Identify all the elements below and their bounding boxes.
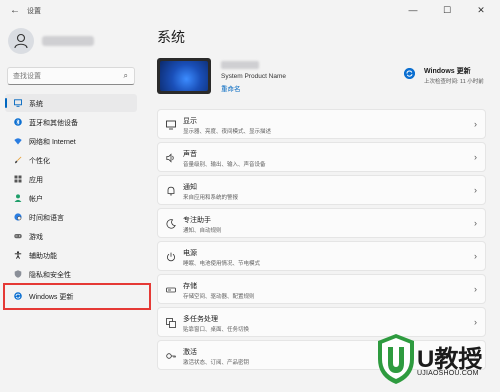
sidebar-item-accessibility[interactable]: 辅助功能 [5, 246, 137, 264]
card-subtitle: 来自应用和系统的警报 [183, 195, 239, 201]
card-title: 激活 [183, 349, 197, 356]
sidebar-item-label: 帐户 [29, 196, 43, 203]
card-display[interactable]: 显示 显示器、亮度、夜间模式、显示描述 › [157, 109, 486, 139]
sidebar-item-label: 系统 [29, 101, 43, 108]
accessibility-icon [14, 251, 22, 259]
bluetooth-icon [14, 118, 22, 126]
username-blurred [42, 36, 94, 46]
windows-update-icon [404, 68, 415, 79]
watermark-logo: U教授 UJIAOSHOU.COM [377, 333, 500, 392]
brush-icon [15, 156, 22, 164]
card-title: 专注助手 [183, 217, 211, 224]
device-image [157, 58, 211, 94]
card-subtitle: 存储空间、驱动器、配置规则 [183, 294, 255, 300]
rename-link[interactable]: 重命名 [221, 83, 241, 93]
card-subtitle: 激活状态、订阅、产品密钥 [183, 360, 250, 366]
sidebar-item-time-language[interactable]: 时间和语言 [5, 208, 137, 226]
maximize-button[interactable]: ☐ [434, 0, 460, 20]
key-icon [166, 353, 176, 359]
shield-icon [14, 270, 22, 278]
sidebar-item-label: 应用 [29, 177, 43, 184]
sidebar-item-label: 隐私和安全性 [29, 272, 71, 279]
sidebar-item-label: 个性化 [29, 158, 50, 165]
sidebar-item-label: 辅助功能 [29, 253, 57, 260]
back-arrow-icon[interactable]: ← [10, 5, 20, 16]
account-icon [14, 194, 22, 202]
power-icon [167, 252, 175, 262]
sidebar-item-personalization[interactable]: 个性化 [5, 151, 137, 169]
device-name-blurred [221, 61, 259, 69]
card-subtitle: 音量级别、输出、输入、声音设备 [183, 162, 266, 168]
watermark-url: UJIAOSHOU.COM [417, 370, 479, 377]
card-subtitle: 显示器、亮度、夜间模式、显示描述 [183, 129, 272, 135]
monitor-icon [14, 99, 22, 107]
close-button[interactable]: ✕ [468, 0, 494, 20]
chevron-right-icon: › [474, 185, 477, 195]
card-title: 电源 [183, 250, 197, 257]
sidebar-item-label: 游戏 [29, 234, 43, 241]
sidebar-item-system[interactable]: 系统 [5, 94, 137, 112]
globe-clock-icon [14, 213, 22, 221]
search-icon[interactable]: ⌕ [124, 71, 128, 81]
sidebar-item-bluetooth[interactable]: 蓝牙和其他设备 [5, 113, 137, 131]
sidebar-item-label: 时间和语言 [29, 215, 64, 222]
storage-icon [166, 287, 176, 293]
watermark-shield-icon [378, 334, 414, 384]
search-input[interactable] [13, 71, 118, 82]
card-title: 通知 [183, 184, 197, 191]
avatar[interactable] [8, 28, 34, 54]
multitask-icon [166, 318, 176, 328]
update-title: Windows 更新 [424, 68, 471, 75]
annotation-highlight-box [3, 283, 151, 310]
wallpaper-preview [160, 61, 208, 91]
card-title: 显示 [183, 118, 197, 125]
card-subtitle: 通知、自动规则 [183, 228, 222, 234]
minimize-button[interactable]: — [400, 0, 426, 20]
card-subtitle: 贴靠窗口、桌面、任务切换 [183, 327, 250, 333]
sidebar-item-apps[interactable]: 应用 [5, 170, 137, 188]
gamepad-icon [14, 234, 22, 239]
watermark-text: U教授 [417, 346, 483, 373]
sidebar-item-label: 蓝牙和其他设备 [29, 120, 78, 127]
chevron-right-icon: › [474, 284, 477, 294]
update-subtitle: 上次检查时间: 11 小时前 [424, 79, 484, 85]
card-subtitle: 睡眠、电池使用情况、节电模式 [183, 261, 261, 267]
app-title: 设置 [27, 8, 41, 15]
sidebar-item-accounts[interactable]: 帐户 [5, 189, 137, 207]
sidebar-item-label: 网络和 Internet [29, 139, 76, 146]
active-indicator [5, 98, 7, 108]
moon-icon [166, 219, 176, 229]
card-power[interactable]: 电源 睡眠、电池使用情况、节电模式 › [157, 241, 486, 271]
card-notifications[interactable]: 通知 来自应用和系统的警报 › [157, 175, 486, 205]
card-focus-assist[interactable]: 专注助手 通知、自动规则 › [157, 208, 486, 238]
card-title: 存储 [183, 283, 197, 290]
display-icon [166, 120, 176, 130]
chevron-right-icon: › [474, 317, 477, 327]
chevron-right-icon: › [474, 251, 477, 261]
sidebar-item-gaming[interactable]: 游戏 [5, 227, 137, 245]
chevron-right-icon: › [474, 152, 477, 162]
device-model: System Product Name [221, 73, 287, 80]
card-sound[interactable]: 声音 音量级别、输出、输入、声音设备 › [157, 142, 486, 172]
sidebar-item-privacy[interactable]: 隐私和安全性 [5, 265, 137, 283]
page-title: 系统 [157, 29, 185, 45]
wifi-icon [14, 138, 22, 145]
card-title: 多任务处理 [183, 316, 218, 323]
sidebar-item-network[interactable]: 网络和 Internet [5, 132, 137, 150]
search-box[interactable]: ⌕ [7, 67, 135, 85]
title-bar: ← 设置 — ☐ ✕ [0, 0, 500, 22]
card-title: 声音 [183, 151, 197, 158]
chevron-right-icon: › [474, 218, 477, 228]
speaker-icon [166, 153, 174, 163]
apps-icon [14, 175, 22, 183]
chevron-right-icon: › [474, 119, 477, 129]
person-icon [14, 33, 28, 49]
bell-icon [167, 186, 175, 196]
card-storage[interactable]: 存储 存储空间、驱动器、配置规则 › [157, 274, 486, 304]
